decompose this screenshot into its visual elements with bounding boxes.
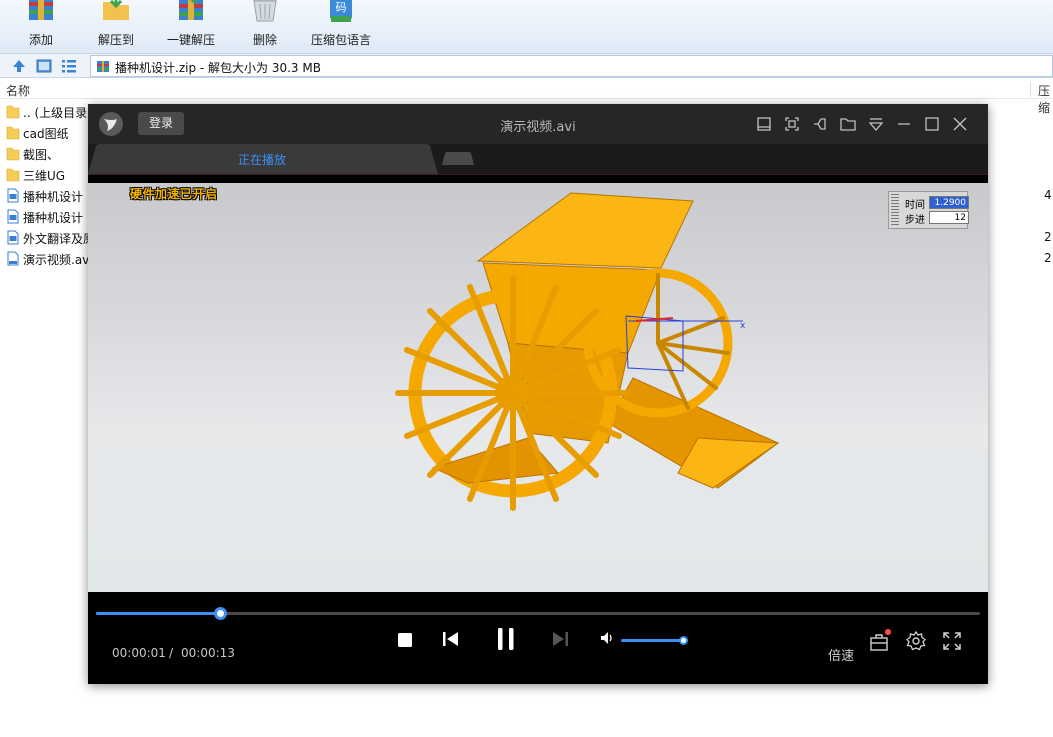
- file-row[interactable]: 截图、: [0, 143, 100, 164]
- file-row[interactable]: cad图纸: [0, 122, 100, 143]
- file-name: 截图、: [23, 148, 60, 162]
- playback-speed-button[interactable]: 倍速: [828, 645, 854, 664]
- player-controls: 00:00:01 / 00:00:13 倍速: [88, 592, 988, 684]
- hardware-acceleration-badge: 硬件加速已开启: [130, 187, 218, 201]
- file-packed-size: 2: [1044, 251, 1052, 265]
- file-row[interactable]: 三维UG: [0, 164, 100, 185]
- open-folder-icon[interactable]: [839, 115, 857, 133]
- file-row[interactable]: .. (上级目录): [0, 101, 100, 122]
- video-player-window: 登录 演示视频.avi 正在播放 x 硬件加速已开启 时间 1.2900 步进 …: [88, 104, 988, 684]
- current-time: 00:00:01: [112, 646, 166, 660]
- file-row[interactable]: 外文翻译及原: [0, 227, 100, 248]
- file-row[interactable]: 演示视频.avi: [0, 248, 100, 269]
- file-list-header: 名称 压缩: [0, 79, 1053, 115]
- file-name: 外文翻译及原: [23, 232, 89, 246]
- player-title-bar: 登录 演示视频.avi: [88, 104, 988, 144]
- thumbnail-view-icon[interactable]: [35, 57, 53, 75]
- menu-dropdown-icon[interactable]: [867, 115, 885, 133]
- folder-icon: [6, 105, 20, 119]
- one-click-extract-icon: [179, 0, 203, 20]
- column-name-header[interactable]: 名称: [6, 82, 30, 99]
- total-time: 00:00:13: [181, 646, 235, 660]
- svg-text:码: 码: [336, 1, 347, 14]
- one-click-extract-label: 一键解压: [166, 33, 215, 47]
- file-row[interactable]: 播种机设计: [0, 206, 100, 227]
- document-icon: [7, 230, 19, 245]
- next-icon[interactable]: [549, 628, 571, 650]
- volume-slider[interactable]: [621, 639, 685, 642]
- video-file-icon: [7, 251, 19, 266]
- add-label: 添加: [28, 33, 53, 47]
- seek-progress: [96, 612, 220, 615]
- sim-time-value: 1.2900: [929, 196, 969, 209]
- up-arrow-icon[interactable]: [10, 57, 28, 75]
- sim-step-label: 步进: [905, 215, 925, 226]
- fullscreen-icon[interactable]: [941, 630, 963, 652]
- previous-icon[interactable]: [440, 628, 462, 650]
- add-button[interactable]: 添加: [5, 0, 77, 54]
- tab-divider: [88, 174, 988, 175]
- time-separator: /: [169, 646, 174, 660]
- seek-bar[interactable]: [96, 607, 980, 620]
- stop-icon[interactable]: [394, 629, 416, 651]
- document-icon: [7, 188, 19, 203]
- file-packed-size: 2: [1044, 230, 1052, 244]
- tab-playlist[interactable]: [442, 152, 474, 165]
- seek-handle[interactable]: [214, 607, 227, 620]
- volume-icon[interactable]: [599, 630, 615, 646]
- pin-icon[interactable]: [811, 115, 829, 133]
- trash-icon: [253, 0, 277, 22]
- video-frame[interactable]: x 硬件加速已开启 时间 1.2900 步进 12: [88, 183, 988, 592]
- player-tab-bar: 正在播放: [88, 144, 988, 174]
- screenshot-icon[interactable]: [783, 115, 801, 133]
- list-view-icon[interactable]: [60, 57, 78, 75]
- file-name: cad图纸: [23, 127, 69, 141]
- folder-icon: [6, 147, 20, 161]
- panel-grip: [891, 194, 899, 226]
- seeder-machine-render: x: [395, 192, 780, 511]
- file-name: 播种机设计: [23, 190, 84, 204]
- settings-gear-icon[interactable]: [905, 630, 927, 652]
- delete-button[interactable]: 删除: [229, 0, 301, 54]
- extract-to-label: 解压到: [97, 33, 134, 47]
- maximize-icon[interactable]: [923, 115, 941, 133]
- document-icon: [7, 209, 19, 224]
- code-page-icon: 码: [330, 0, 352, 22]
- folder-icon: [6, 168, 20, 182]
- notification-dot: [885, 629, 891, 635]
- tab-now-playing[interactable]: 正在播放: [238, 151, 286, 168]
- column-packed-header[interactable]: 压缩: [1038, 82, 1053, 116]
- file-name: 演示视频.avi: [23, 253, 89, 267]
- file-name: 播种机设计: [23, 211, 84, 225]
- extract-folder-icon: [103, 0, 129, 20]
- path-text: 播种机设计.zip - 解包大小为 30.3 MB: [115, 61, 321, 75]
- file-row[interactable]: 播种机设计: [0, 185, 100, 206]
- address-bar: 播种机设计.zip - 解包大小为 30.3 MB: [0, 54, 1053, 78]
- path-field[interactable]: 播种机设计.zip - 解包大小为 30.3 MB: [90, 55, 1053, 77]
- toolbox-icon[interactable]: [869, 632, 889, 652]
- file-packed-size: 4: [1044, 188, 1052, 202]
- simulation-panel: 时间 1.2900 步进 12: [888, 191, 969, 229]
- folder-icon: [6, 126, 20, 140]
- sim-time-label: 时间: [905, 200, 925, 211]
- archive-language-label: 压缩包语言: [310, 33, 371, 47]
- pause-icon[interactable]: [494, 626, 518, 652]
- volume-handle[interactable]: [679, 636, 688, 645]
- delete-label: 删除: [252, 33, 277, 47]
- one-click-extract-button[interactable]: 一键解压: [155, 0, 227, 54]
- sim-step-value: 12: [929, 211, 969, 224]
- column-divider: [1030, 81, 1031, 97]
- svg-text:x: x: [740, 321, 746, 331]
- file-name: .. (上级目录): [23, 106, 89, 120]
- archive-toolbar: 添加 解压到 一键解压 删除 码 压缩包语言: [0, 0, 1053, 54]
- minimize-icon[interactable]: [895, 115, 913, 133]
- add-archive-icon: [29, 0, 53, 20]
- archive-icon: [97, 61, 109, 72]
- close-icon[interactable]: [951, 115, 969, 133]
- extract-to-button[interactable]: 解压到: [80, 0, 152, 54]
- mini-mode-icon[interactable]: [755, 115, 773, 133]
- file-name: 三维UG: [23, 169, 66, 183]
- archive-language-button[interactable]: 码 压缩包语言: [305, 0, 377, 54]
